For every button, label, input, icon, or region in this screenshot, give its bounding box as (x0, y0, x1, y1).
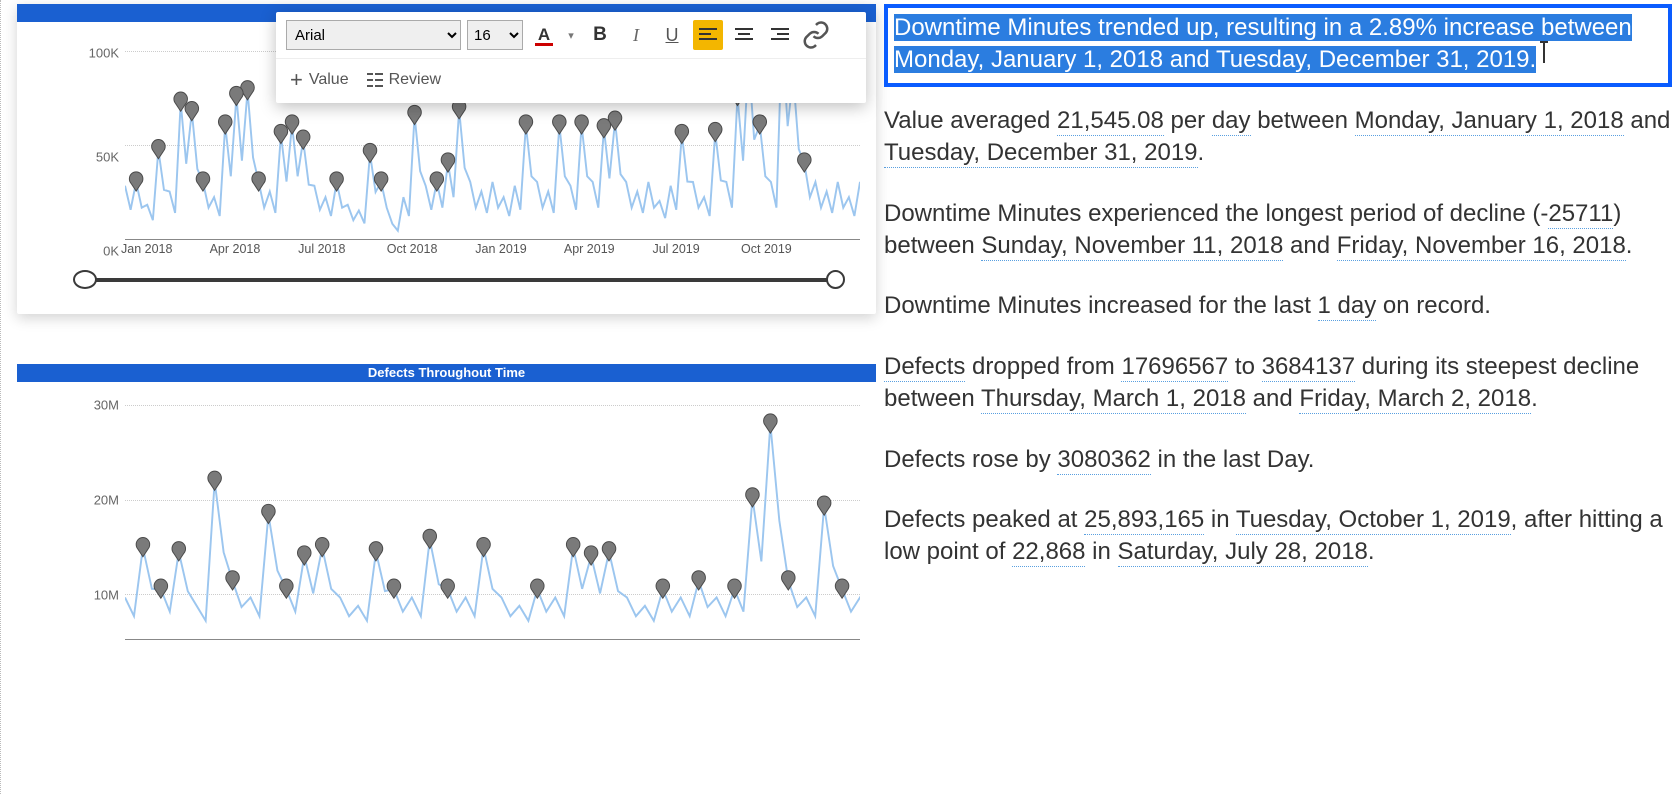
add-value-label: Value (309, 71, 349, 89)
date-link[interactable]: Monday, January 1, 2018 (1355, 107, 1624, 136)
review-label: Review (389, 71, 441, 89)
value-link[interactable]: 22,868 (1012, 538, 1085, 567)
insight-defects-rose[interactable]: Defects rose by 3080362 in the last Day. (884, 444, 1672, 476)
insights-panel: Downtime Minutes trended up, resulting i… (880, 0, 1680, 794)
defects-chart-title: Defects Throughout Time (17, 364, 876, 382)
insight-defects-drop[interactable]: Defects dropped from 17696567 to 3684137… (884, 351, 1672, 416)
date-link[interactable]: Saturday, July 28, 2018 (1118, 538, 1368, 567)
y-tick: 50K (75, 149, 119, 164)
font-color-button[interactable]: A (529, 20, 559, 50)
insight-highlighted-text: Downtime Minutes trended up, resulting i… (894, 14, 1632, 73)
font-color-chevron-icon[interactable]: ▾ (563, 29, 579, 42)
x-tick: Jan 2018 (121, 242, 172, 256)
chart1-x-axis: Jan 2018Apr 2018Jul 2018Oct 2018Jan 2019… (125, 242, 860, 260)
value-link[interactable]: 3684137 (1262, 353, 1355, 382)
date-link[interactable]: Thursday, March 1, 2018 (981, 385, 1246, 414)
chart1-y-axis: 100K 50K 0K (75, 30, 119, 260)
align-right-button[interactable] (765, 20, 795, 50)
hyperlink-button[interactable] (801, 20, 831, 50)
x-tick: Oct 2018 (387, 242, 438, 256)
value-link[interactable]: 17696567 (1121, 353, 1228, 382)
x-tick: Oct 2019 (741, 242, 792, 256)
insight-average[interactable]: Value averaged 21,545.08 per day between… (884, 105, 1672, 170)
date-link[interactable]: Tuesday, October 1, 2019 (1236, 506, 1511, 535)
chart2-y-axis: 30M 20M 10M (75, 390, 119, 640)
date-link[interactable]: Friday, March 2, 2018 (1299, 385, 1531, 414)
insight-longest-decline[interactable]: Downtime Minutes experienced the longest… (884, 198, 1672, 263)
chart2-plot-area[interactable] (125, 390, 860, 640)
add-value-button[interactable]: + Value (290, 69, 349, 91)
value-link[interactable]: 25,893,165 (1084, 506, 1204, 535)
value-link[interactable]: day (1212, 107, 1251, 136)
insight-last-increase[interactable]: Downtime Minutes increased for the last … (884, 290, 1672, 322)
text-format-toolbar: Arial 16 A ▾ B I U (276, 12, 866, 103)
chart2-anomaly-markers (125, 390, 860, 639)
y-tick: 0K (75, 244, 119, 259)
y-tick: 10M (75, 588, 119, 603)
insight-highlighted[interactable]: Downtime Minutes trended up, resulting i… (884, 4, 1672, 87)
x-tick: Apr 2019 (564, 242, 615, 256)
plus-icon: + (290, 69, 303, 91)
value-link[interactable]: 3080362 (1057, 446, 1150, 475)
y-tick: 100K (75, 46, 119, 61)
defects-chart-card[interactable]: Defects Throughout Time 30M 20M 10M (17, 364, 876, 650)
underline-button[interactable]: U (657, 20, 687, 50)
range-handle-end[interactable] (826, 270, 845, 289)
date-link[interactable]: Sunday, November 11, 2018 (981, 232, 1283, 261)
x-tick: Jan 2019 (475, 242, 526, 256)
review-button[interactable]: Review (367, 71, 441, 89)
align-center-button[interactable] (729, 20, 759, 50)
metric-link[interactable]: Defects (884, 353, 965, 382)
value-link[interactable]: 21,545.08 (1057, 107, 1164, 136)
chart1-time-range-slider[interactable] (82, 266, 836, 294)
x-tick: Apr 2018 (210, 242, 261, 256)
range-handle-start[interactable] (73, 270, 97, 289)
align-left-button[interactable] (693, 20, 723, 50)
value-link[interactable]: 1 day (1318, 292, 1377, 321)
review-list-icon (367, 73, 383, 87)
date-link[interactable]: Tuesday, December 31, 2019 (884, 139, 1198, 168)
x-tick: Jul 2019 (652, 242, 699, 256)
y-tick: 20M (75, 493, 119, 508)
y-tick: 30M (75, 398, 119, 413)
font-family-select[interactable]: Arial (286, 20, 461, 50)
italic-button[interactable]: I (621, 20, 651, 50)
font-size-select[interactable]: 16 (467, 20, 523, 50)
date-link[interactable]: Friday, November 16, 2018 (1337, 232, 1626, 261)
bold-button[interactable]: B (585, 20, 615, 50)
insight-defects-peak[interactable]: Defects peaked at 25,893,165 in Tuesday,… (884, 504, 1672, 569)
x-tick: Jul 2018 (298, 242, 345, 256)
value-link[interactable]: 25711 (1548, 200, 1613, 229)
text-cursor-icon (1536, 47, 1537, 69)
